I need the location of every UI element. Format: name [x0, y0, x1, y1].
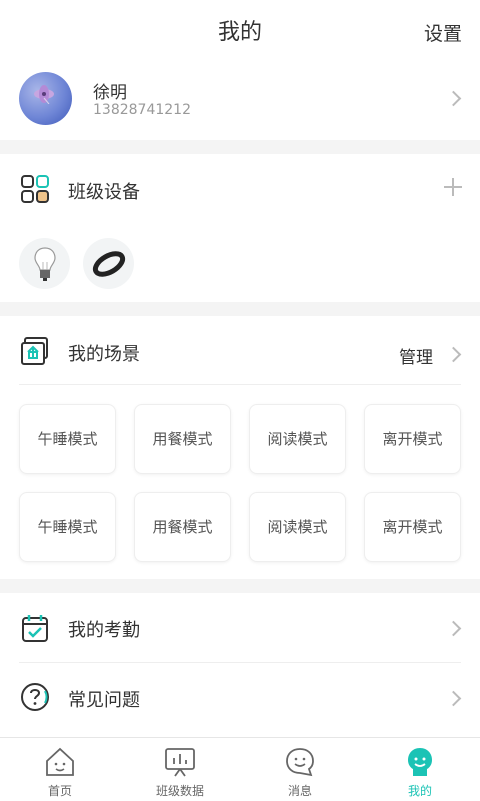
settings-button[interactable]: 设置: [424, 19, 462, 46]
scene-mode-button[interactable]: 阅读模式: [249, 492, 346, 562]
chevron-right-icon: [445, 346, 462, 363]
home-icon: [46, 747, 74, 776]
profile-icon: [408, 748, 432, 776]
tab-mine[interactable]: 我的: [360, 738, 480, 801]
scene-frame-icon: [21, 337, 48, 365]
tab-label: 班级数据: [155, 784, 204, 798]
scene-mode-button[interactable]: 阅读模式: [249, 404, 346, 474]
tab-messages[interactable]: 消息: [240, 738, 360, 801]
apps-grid-icon: [21, 175, 49, 203]
scene-mode-button[interactable]: 午睡模式: [19, 404, 116, 474]
menu-item-label: 常见问题: [68, 690, 140, 711]
scene-mode-button[interactable]: 离开模式: [364, 492, 461, 562]
manage-scenes-button[interactable]: 管理: [399, 343, 433, 368]
chevron-right-icon: [445, 690, 462, 707]
class-devices-section: 班级设备: [0, 154, 480, 302]
avatar: [19, 72, 72, 125]
question-icon: [21, 683, 49, 711]
scene-mode-button[interactable]: 用餐模式: [134, 404, 231, 474]
scene-mode-button[interactable]: 用餐模式: [134, 492, 231, 562]
tab-class-data[interactable]: 班级数据: [120, 738, 240, 801]
chevron-right-icon: [445, 90, 462, 107]
wristband-icon: [92, 251, 126, 277]
user-phone: 13828741212: [93, 102, 191, 118]
device-wristband[interactable]: [83, 238, 134, 289]
message-icon: [286, 748, 314, 777]
menu-item-attendance[interactable]: 我的考勤: [0, 593, 480, 661]
menu-list: 我的考勤 常见问题: [0, 593, 480, 737]
light-bulb-icon: [34, 247, 56, 281]
menu-item-faq[interactable]: 常见问题: [0, 663, 480, 731]
scene-mode-button[interactable]: 离开模式: [364, 404, 461, 474]
scenes-title: 我的场景: [68, 344, 140, 365]
devices-title: 班级设备: [68, 182, 140, 203]
page-title: 我的: [217, 20, 262, 45]
chevron-right-icon: [445, 620, 462, 637]
add-device-button[interactable]: [444, 178, 462, 196]
menu-item-label: 我的考勤: [68, 620, 140, 641]
tab-label: 消息: [287, 784, 312, 798]
divider: [19, 384, 461, 385]
top-bar: 我的 设置: [0, 0, 480, 58]
tab-home[interactable]: 首页: [0, 738, 120, 801]
scene-mode-button[interactable]: 午睡模式: [19, 492, 116, 562]
bottom-tab-bar: 首页 班级数据 消息 我的: [0, 737, 480, 801]
calendar-check-icon: [22, 615, 48, 642]
user-name: 徐明: [93, 83, 127, 103]
device-light[interactable]: [19, 238, 70, 289]
profile-card[interactable]: 徐明 13828741212: [0, 58, 480, 140]
chart-board-icon: [165, 748, 195, 777]
tab-label: 我的: [407, 784, 432, 798]
tab-label: 首页: [47, 784, 72, 798]
my-scenes-section: 我的场景 管理 午睡模式 用餐模式 阅读模式 离开模式 午睡模式 用餐模式 阅读…: [0, 316, 480, 579]
flower-image: [34, 85, 54, 104]
